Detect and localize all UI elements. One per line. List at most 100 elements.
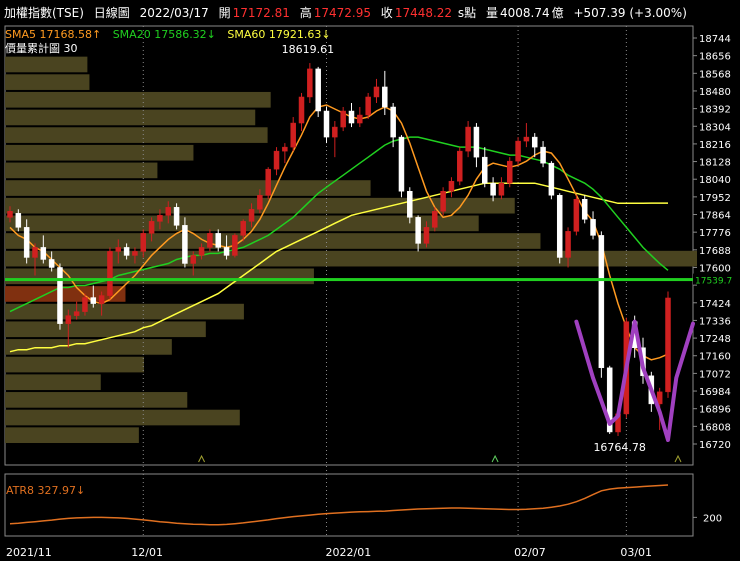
y-tick-label: 18656 [699, 52, 731, 63]
candle-body [207, 233, 213, 248]
y-tick-label: 17248 [699, 334, 731, 345]
candle-body [515, 140, 521, 162]
atr-panel-frame [4, 473, 694, 537]
y-tick-label: 16896 [699, 405, 731, 416]
candle-body [357, 114, 363, 124]
y-tick-label: 16720 [699, 440, 731, 451]
y-tick-label: 18392 [699, 105, 731, 116]
candle-body [432, 211, 438, 228]
candle-body [348, 110, 355, 124]
candle-body [182, 225, 188, 264]
candle-body [157, 215, 163, 222]
candle-body [315, 68, 321, 112]
price-volume-bar [5, 303, 244, 320]
candle-body [506, 160, 513, 184]
y-tick-label: 17072 [699, 369, 731, 380]
candle-body [665, 297, 671, 393]
candle-body [98, 295, 105, 304]
candle-body [382, 86, 388, 108]
price-volume-bar [5, 374, 101, 391]
candle-body [448, 180, 455, 192]
atr-legend: ATR8 327.97↓ [6, 484, 85, 497]
candle-body [581, 199, 588, 220]
candle-body [215, 233, 221, 248]
candle-body [23, 227, 30, 258]
y-tick-label: 17424 [699, 299, 731, 310]
candle-body [82, 297, 88, 312]
atr-line [9, 484, 669, 526]
candle-body [573, 199, 580, 232]
candle-body [73, 311, 80, 316]
y-tick-label: 18568 [699, 69, 731, 80]
price-volume-bar [5, 233, 541, 249]
candle-body [240, 221, 246, 236]
y-tick-label: 17336 [699, 316, 731, 327]
candle-body [465, 126, 471, 152]
y-tick-label: 17600 [699, 263, 731, 274]
reference-line [5, 278, 693, 282]
y-tick-label: 17864 [699, 211, 731, 222]
candle-body [332, 126, 338, 138]
x-tick-label: 03/01 [620, 546, 652, 559]
y-tick-label: 18304 [699, 122, 731, 133]
candle-body [457, 150, 463, 182]
candle-body [415, 217, 421, 244]
candle-body [107, 251, 113, 296]
price-volume-bar [5, 127, 268, 143]
candlestick-chart: 17539.718619.6116764.7818744186561856818… [4, 25, 740, 559]
candle-body [398, 136, 405, 192]
candle-body [440, 191, 446, 212]
candle-body [232, 235, 238, 256]
sma5-legend: SMA5 17168.58↑ [5, 28, 102, 41]
y-tick-label: 18744 [699, 34, 731, 45]
signal-marker [674, 454, 682, 463]
price-volume-bar [5, 91, 271, 108]
y-tick-label: 18128 [699, 158, 731, 169]
candle-body [132, 251, 138, 256]
price-volume-bar [5, 339, 172, 355]
price-volume-bar [5, 356, 145, 373]
candle-body [290, 122, 296, 148]
candle-body [223, 247, 230, 256]
sma20-legend: SMA20 17586.32↓ [112, 28, 216, 41]
candle-body [407, 191, 413, 218]
price-volume-bar [5, 56, 88, 73]
y-tick-label: 17776 [699, 228, 731, 239]
price-volume-bar [5, 144, 194, 161]
y-tick-label: 16984 [699, 387, 731, 398]
price-volume-bar [5, 409, 240, 426]
candle-body [565, 231, 571, 258]
candle-body [482, 156, 488, 184]
x-tick-label: 02/07 [514, 546, 546, 559]
low-marker-label: 16764.78 [593, 441, 646, 454]
price-volume-bar [5, 392, 188, 408]
candle-body [148, 221, 155, 234]
signal-marker [491, 454, 499, 463]
candle-body [548, 162, 555, 196]
y-tick-label: 16808 [699, 422, 731, 433]
candle-body [65, 315, 72, 324]
candle-body [473, 126, 480, 158]
candle-body [48, 259, 55, 268]
candle-body [265, 168, 271, 196]
candle-body [173, 207, 180, 226]
candle-body [90, 297, 97, 304]
x-tick-label: 2021/11 [6, 546, 52, 559]
y-tick-label: 17688 [699, 246, 731, 257]
candle-body [307, 68, 313, 98]
x-tick-label: 12/01 [131, 546, 163, 559]
candle-body [540, 146, 546, 164]
candle-body [40, 247, 47, 260]
candle-body [323, 110, 330, 138]
reference-line-label: 17539.7 [695, 277, 732, 287]
y-tick-label: 17952 [699, 193, 731, 204]
candle-body [115, 247, 122, 252]
candle-body [57, 267, 63, 324]
price-volume-bar [5, 109, 256, 126]
price-volume-bar [5, 180, 371, 196]
candle-body [257, 195, 263, 210]
candle-body [423, 227, 430, 244]
candle-body [7, 211, 13, 218]
candle-body [598, 235, 605, 369]
candle-body [556, 195, 563, 258]
